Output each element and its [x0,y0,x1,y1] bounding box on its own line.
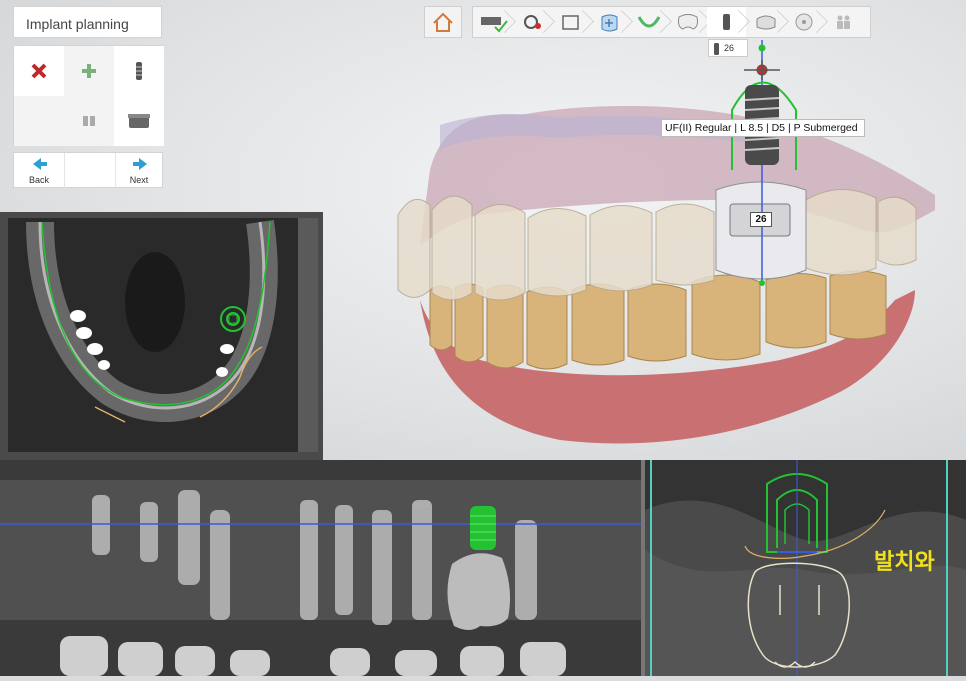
scan-check-icon [481,17,508,33]
mode-title: Implant planning [26,16,129,32]
step-people[interactable] [824,7,863,37]
tooth-icon [678,14,698,30]
step-arch[interactable] [629,7,668,37]
tooth-number-tag: 26 [750,212,772,227]
extraction-socket-annotation: 발치와 [874,550,935,575]
back-arrow-icon [33,158,47,170]
delete-implant-button[interactable] [14,46,64,96]
implant-tool-grid [13,45,164,146]
step-disc[interactable] [785,7,824,37]
settings-icon [524,15,541,29]
red-x-icon [31,63,47,79]
implant-screw-icon [136,62,142,80]
add-tooth-icon [601,14,618,32]
step-tooth[interactable] [668,7,707,37]
abutment-button[interactable] [114,96,164,146]
arch-icon [637,16,661,28]
axis-top-handle[interactable] [758,44,766,52]
back-button[interactable]: Back [14,153,64,189]
implant-spec-label: UF(II) Regular | L 8.5 | D5 | P Submerge… [661,119,865,137]
next-arrow-icon [133,158,147,170]
implant-chip-number: 26 [724,43,735,53]
axis-bottom-handle [759,280,765,286]
step-crown[interactable] [746,7,785,37]
implant-number-chip[interactable]: 26 [708,39,748,57]
sinus-cavity [125,252,185,352]
step-panorama[interactable] [551,7,590,37]
nav-spacer [64,153,116,189]
disc-icon [795,13,813,31]
implant-library-button[interactable] [114,46,164,96]
home-icon [433,12,453,32]
home-button[interactable] [424,6,462,38]
abutment-icon [128,114,150,128]
sleeve-icon [83,116,95,126]
add-implant-button[interactable] [64,46,114,96]
workflow-step-bar [472,6,871,38]
people-icon [837,15,850,29]
panoramic-ct-image[interactable] [0,460,641,676]
mode-title-panel: Implant planning [13,6,162,38]
implant-pano-marker[interactable] [470,506,496,550]
empty-tool-slot [14,96,64,146]
panorama-icon [562,15,579,30]
back-label: Back [28,175,49,185]
step-add-tooth[interactable] [590,7,629,37]
axial-ct-image[interactable] [0,212,323,460]
sleeve-button[interactable] [64,96,114,146]
crown-pano-shape [447,553,510,630]
implant-icon [714,43,719,55]
step-implant[interactable] [707,7,746,37]
crown-icon [756,15,776,30]
implant-icon [723,14,730,30]
step-settings[interactable] [512,7,551,37]
axial-ct-view[interactable] [0,212,323,460]
green-plus-icon [82,64,96,78]
panoramic-ct-view[interactable] [0,460,641,676]
step-navigation: Back Next [13,152,164,189]
next-label: Next [129,175,149,185]
step-scan-check[interactable] [473,7,512,37]
next-button[interactable]: Next [114,153,164,189]
axis-move-arrows [744,60,780,80]
